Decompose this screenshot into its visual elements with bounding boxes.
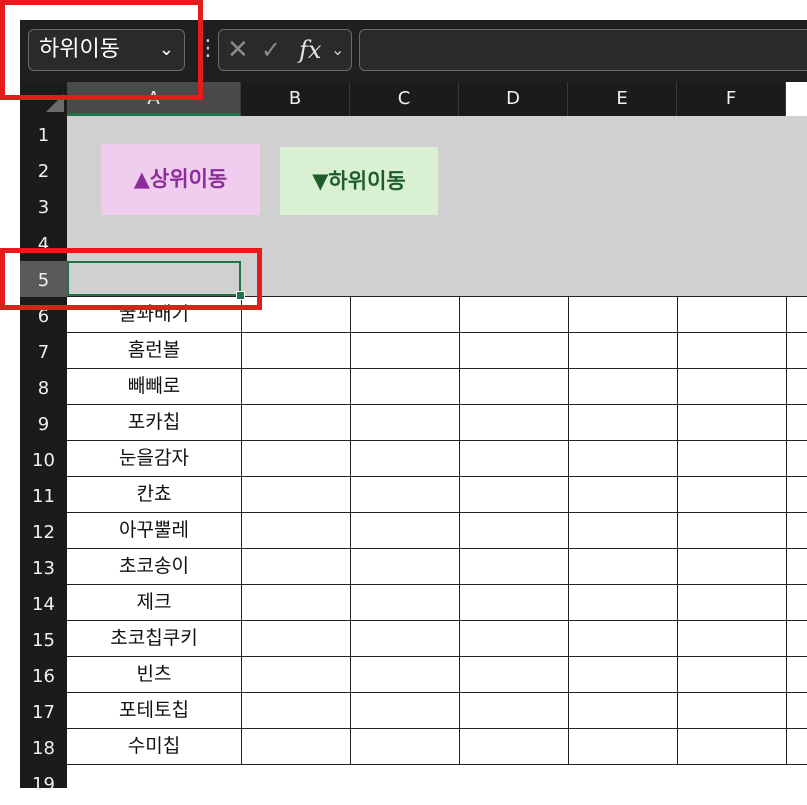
column-header-f[interactable]: F [677,82,786,116]
move-up-button[interactable]: ▲상위이동 [101,144,260,215]
cell-a11[interactable]: 칸쵸 [67,477,241,513]
row-header-9[interactable]: 9 [20,405,67,441]
cell-a17[interactable]: 포테토칩 [67,693,241,729]
row-header-3[interactable]: 3 [20,188,67,224]
cell-a10[interactable]: 눈을감자 [67,441,241,477]
column-header-c[interactable]: C [350,82,459,116]
name-box-highlight [0,0,203,100]
row-header-11[interactable]: 11 [20,477,67,513]
cell-a8[interactable]: 빼빼로 [67,369,241,405]
chevron-down-icon[interactable]: ⌄ [331,30,344,70]
grid-column-line [241,296,242,764]
cell-a16[interactable]: 빈츠 [67,657,241,693]
cell-a7[interactable]: 홈런볼 [67,333,241,369]
grid-column-line [677,296,678,764]
grid-column-line [459,296,460,764]
row-header-15[interactable]: 15 [20,621,67,657]
row-header-17[interactable]: 17 [20,693,67,729]
cell-a12[interactable]: 아꾸뿔레 [67,513,241,549]
column-header-e[interactable]: E [568,82,677,116]
enter-icon[interactable]: ✓ [261,30,281,70]
row-header-18[interactable]: 18 [20,729,67,765]
grid-column-line [568,296,569,764]
grid-column-line [350,296,351,764]
column-header-b[interactable]: B [241,82,350,116]
row-header-16[interactable]: 16 [20,657,67,693]
move-down-button[interactable]: ▼하위이동 [280,147,438,215]
cell-a9[interactable]: 포카칩 [67,405,241,441]
insert-function-icon[interactable]: fx [299,30,321,70]
row-header-7[interactable]: 7 [20,333,67,369]
row-header-2[interactable]: 2 [20,152,67,188]
row-header-14[interactable]: 14 [20,585,67,621]
row-header-1[interactable]: 1 [20,116,67,152]
column-header-d[interactable]: D [459,82,568,116]
cell-a15[interactable]: 초코칩쿠키 [67,621,241,657]
row-header-10[interactable]: 10 [20,441,67,477]
formula-buttons: ✕ ✓ fx ⌄ [218,29,352,71]
row-header-13[interactable]: 13 [20,549,67,585]
row5-highlight [0,248,262,310]
cell-a18[interactable]: 수미칩 [67,729,241,765]
formula-input[interactable] [359,29,807,71]
cell-a14[interactable]: 제크 [67,585,241,621]
grid-column-line [786,296,787,764]
row-header-12[interactable]: 12 [20,513,67,549]
row-header-8[interactable]: 8 [20,369,67,405]
row-header-19[interactable]: 19 [20,765,67,801]
cell-a13[interactable]: 초코송이 [67,549,241,585]
cancel-icon[interactable]: ✕ [227,30,249,70]
